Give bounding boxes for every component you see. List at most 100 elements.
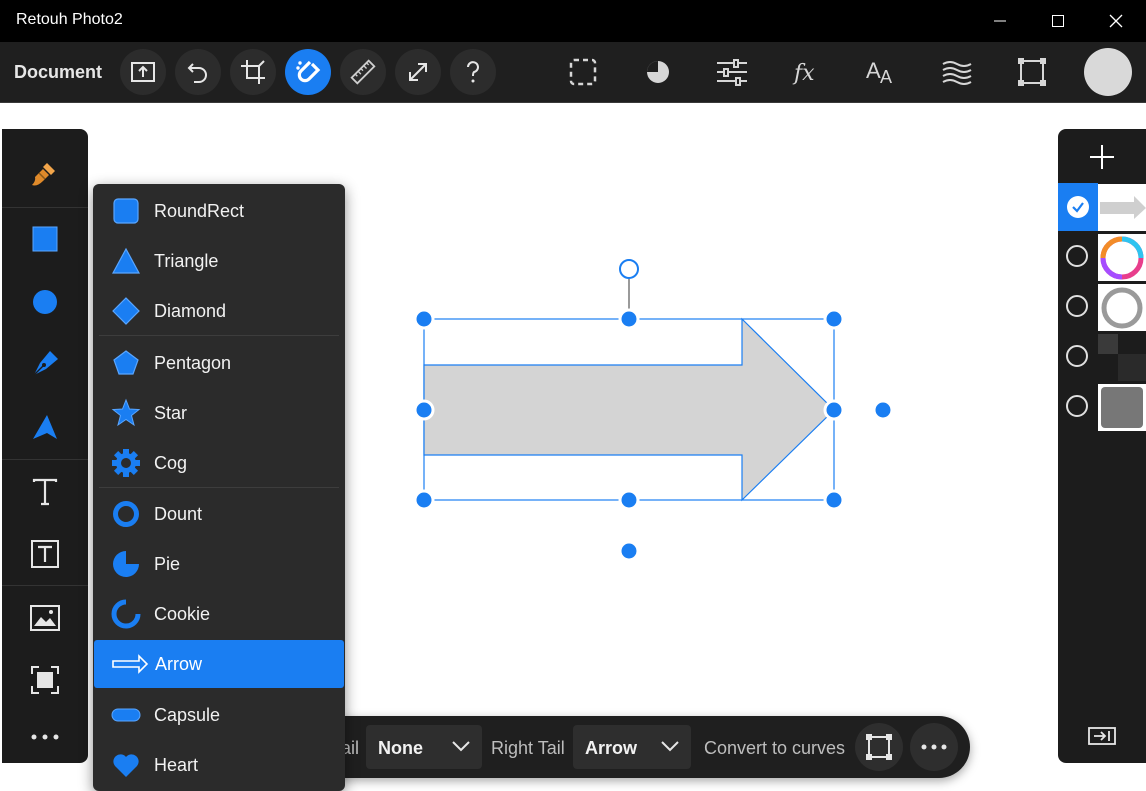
layer-thumbnail (1098, 184, 1146, 231)
handle-bottom-left[interactable] (413, 489, 435, 511)
more-icon (31, 734, 59, 740)
chevron-down-icon (661, 741, 679, 752)
capsule-icon (111, 708, 141, 722)
convert-to-curves-label[interactable]: Convert to curves (704, 738, 845, 759)
handle-top-right[interactable] (823, 308, 845, 330)
heart-icon (113, 754, 139, 777)
layer-radio[interactable] (1066, 345, 1088, 367)
pie-icon (113, 551, 139, 577)
rectangle-icon (32, 226, 58, 252)
layer-item[interactable] (1058, 233, 1146, 281)
image-tool[interactable] (2, 588, 88, 648)
check-icon (1067, 196, 1089, 218)
arrow-shape-icon (112, 654, 149, 674)
handle-right[interactable] (823, 399, 845, 421)
menu-item-label: Capsule (154, 705, 221, 725)
more-tools[interactable] (2, 707, 88, 767)
handle-left[interactable] (413, 399, 435, 421)
handle-bottom[interactable] (618, 489, 640, 511)
layer-radio[interactable] (1066, 295, 1088, 317)
gray-ring-thumb (1101, 287, 1143, 329)
left-toolbox (2, 129, 88, 763)
menu-item-cog[interactable]: Cog (93, 439, 345, 487)
transform-icon (866, 734, 892, 760)
menu-item-pie[interactable]: Pie (93, 540, 345, 588)
color-ring-thumb (1100, 236, 1144, 280)
text-frame-tool[interactable] (2, 524, 88, 584)
cog-icon (112, 449, 140, 477)
brush-icon (32, 163, 55, 186)
layer-item[interactable] (1058, 183, 1146, 231)
more-icon (921, 744, 947, 750)
menu-item-arrow[interactable]: Arrow (94, 640, 344, 688)
add-layer-button[interactable] (1088, 143, 1116, 171)
layer-item[interactable] (1058, 283, 1146, 331)
menu-item-label: Pie (154, 554, 181, 574)
arrow-thumb (1100, 196, 1146, 219)
node-select-tool[interactable] (2, 397, 88, 457)
shape-type-menu: RoundRect Triangle Diamond Pentagon Star… (93, 184, 345, 791)
menu-item-diamond[interactable]: Diamond (93, 287, 345, 335)
layer-item[interactable] (1058, 333, 1146, 381)
convert-to-curves-button[interactable] (855, 723, 903, 771)
text-frame-icon (31, 540, 59, 568)
chevron-down-icon (452, 741, 470, 752)
menu-item-roundrect[interactable]: RoundRect (93, 187, 345, 235)
menu-item-cookie[interactable]: Cookie (93, 590, 345, 638)
menu-item-capsule[interactable]: Capsule (93, 691, 345, 739)
crop-frame-tool[interactable] (2, 650, 88, 710)
left-tail-value: None (378, 738, 423, 758)
brush-tool[interactable] (2, 145, 88, 205)
panel-collapse-icon (1088, 727, 1116, 745)
ellipse-tool[interactable] (2, 272, 88, 332)
dark-thumb (1098, 334, 1146, 381)
menu-item-label: Cog (154, 453, 188, 473)
menu-item-donut[interactable]: Dount (93, 490, 345, 538)
handle-top[interactable] (618, 308, 640, 330)
pentagon-icon (113, 350, 139, 375)
right-tail-value: Arrow (585, 738, 638, 758)
menu-item-triangle[interactable]: Triangle (93, 237, 345, 285)
collapse-panel-button[interactable] (1088, 726, 1116, 746)
pen-tool[interactable] (2, 334, 88, 394)
text-icon (32, 478, 58, 506)
crop-frame-icon (31, 666, 59, 694)
layer-thumbnail (1098, 384, 1146, 431)
arrow-shape[interactable] (423, 317, 835, 502)
layer-thumbnail (1098, 334, 1146, 381)
menu-item-label: Diamond (154, 301, 227, 321)
left-tail-dropdown[interactable]: None (366, 725, 482, 769)
gray-rect-thumb (1101, 387, 1143, 428)
menu-item-label: Heart (154, 755, 199, 775)
menu-item-label: Star (154, 403, 188, 423)
image-icon (30, 605, 60, 631)
menu-item-label: Cookie (154, 604, 211, 624)
rectangle-tool[interactable] (2, 209, 88, 269)
more-options-button[interactable] (910, 723, 958, 771)
right-tail-dropdown[interactable]: Arrow (573, 725, 691, 769)
text-tool[interactable] (2, 462, 88, 522)
menu-item-pentagon[interactable]: Pentagon (93, 339, 345, 387)
menu-item-label: Arrow (155, 654, 203, 674)
donut-icon (113, 501, 139, 527)
ellipse-icon (33, 290, 57, 314)
cookie-icon (111, 599, 141, 629)
menu-item-heart[interactable]: Heart (93, 741, 345, 789)
layer-thumbnail (1098, 234, 1146, 281)
layer-radio[interactable] (1066, 395, 1088, 417)
triangle-icon (111, 247, 141, 274)
menu-item-label: Dount (154, 504, 203, 524)
shape-properties-bar: ail None Right Tail Arrow Convert to cur… (315, 716, 970, 778)
roundrect-icon (113, 198, 139, 224)
menu-item-label: RoundRect (154, 201, 245, 221)
rotate-handle[interactable] (619, 259, 639, 279)
layer-item[interactable] (1058, 383, 1146, 431)
layer-radio[interactable] (1066, 245, 1088, 267)
handle-bottom-right[interactable] (823, 489, 845, 511)
menu-item-star[interactable]: Star (93, 389, 345, 437)
arrow-width-handle[interactable] (618, 540, 640, 562)
arrow-head-handle[interactable] (872, 399, 894, 421)
star-icon (111, 398, 141, 427)
handle-top-left[interactable] (413, 308, 435, 330)
plus-icon (1090, 145, 1114, 169)
